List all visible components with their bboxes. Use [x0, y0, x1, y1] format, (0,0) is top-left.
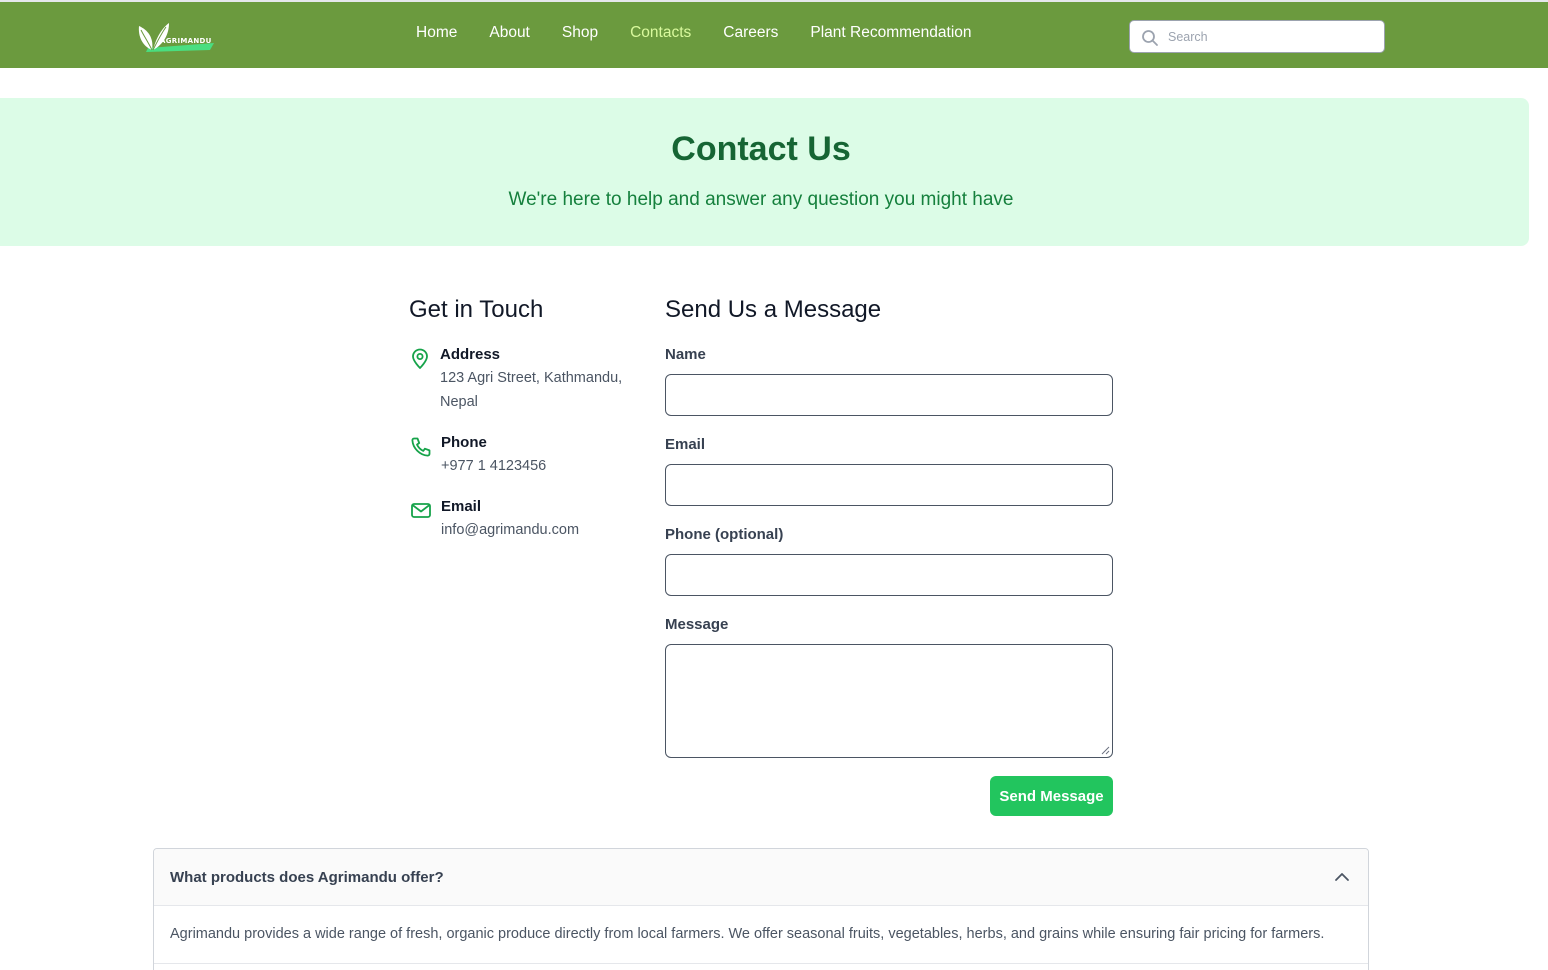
contact-hero-banner: Contact Us We're here to help and answer… — [0, 98, 1529, 246]
phone-icon — [411, 437, 431, 457]
name-label: Name — [665, 346, 706, 363]
faq-answer: Agrimandu provides a wide range of fresh… — [170, 926, 1325, 942]
logo-text: AGRIMANDU — [160, 37, 212, 45]
faq-item-header[interactable]: What products does Agrimandu offer? — [154, 849, 1368, 906]
address-title: Address — [440, 346, 501, 363]
page-title: Contact Us — [671, 130, 851, 168]
form-heading: Send Us a Message — [665, 296, 882, 323]
top-navbar: AGRIMANDU Home About Shop Contacts Caree… — [0, 0, 1548, 68]
contact-form: Send Us a Message Name Email Phone (opti… — [665, 296, 1113, 816]
nav-careers[interactable]: Careers — [707, 24, 794, 42]
contact-address: Address 123 Agri Street, Kathmandu, Nepa… — [409, 346, 639, 416]
contact-phone: Phone +977 1 4123456 — [409, 434, 639, 480]
faq-accordion: What products does Agrimandu offer? Agri… — [153, 848, 1369, 970]
main-nav: Home About Shop Contacts Careers Plant R… — [400, 24, 988, 42]
nav-contacts[interactable]: Contacts — [614, 24, 707, 42]
nav-about[interactable]: About — [473, 24, 546, 42]
email-label: Email — [665, 436, 706, 453]
chevron-up-icon[interactable] — [1334, 870, 1350, 884]
nav-plant-recommendation[interactable]: Plant Recommendation — [794, 24, 987, 42]
search-input[interactable] — [1168, 28, 1373, 46]
faq-divider — [154, 963, 1368, 964]
search-icon[interactable] — [1141, 29, 1159, 47]
agrimandu-logo[interactable]: AGRIMANDU — [136, 20, 216, 54]
name-field[interactable] — [665, 374, 1113, 416]
phone-field[interactable] — [665, 554, 1113, 596]
message-label: Message — [665, 616, 729, 633]
nav-shop[interactable]: Shop — [546, 24, 614, 42]
contact-info-heading: Get in Touch — [409, 296, 544, 323]
email-field[interactable] — [665, 464, 1113, 506]
address-value: 123 Agri Street, Kathmandu, Nepal — [440, 370, 623, 410]
email-title: Email — [441, 498, 482, 515]
nav-home[interactable]: Home — [400, 24, 473, 42]
phone-value: +977 1 4123456 — [441, 458, 547, 474]
phone-title: Phone — [441, 434, 487, 451]
phone-label: Phone (optional) — [665, 526, 784, 543]
email-value: info@agrimandu.com — [441, 522, 580, 538]
map-pin-icon — [412, 348, 428, 369]
mail-icon — [411, 503, 431, 518]
resize-handle-icon[interactable] — [1100, 745, 1110, 755]
send-message-button[interactable]: Send Message — [990, 776, 1113, 816]
contact-email: Email info@agrimandu.com — [409, 498, 639, 544]
page-subtitle: We're here to help and answer any questi… — [508, 189, 1014, 210]
contact-info-panel: Get in Touch Address 123 Agri Street, Ka… — [409, 296, 639, 538]
search-box — [1129, 20, 1385, 53]
message-textarea[interactable] — [665, 644, 1113, 758]
faq-question: What products does Agrimandu offer? — [170, 869, 444, 886]
